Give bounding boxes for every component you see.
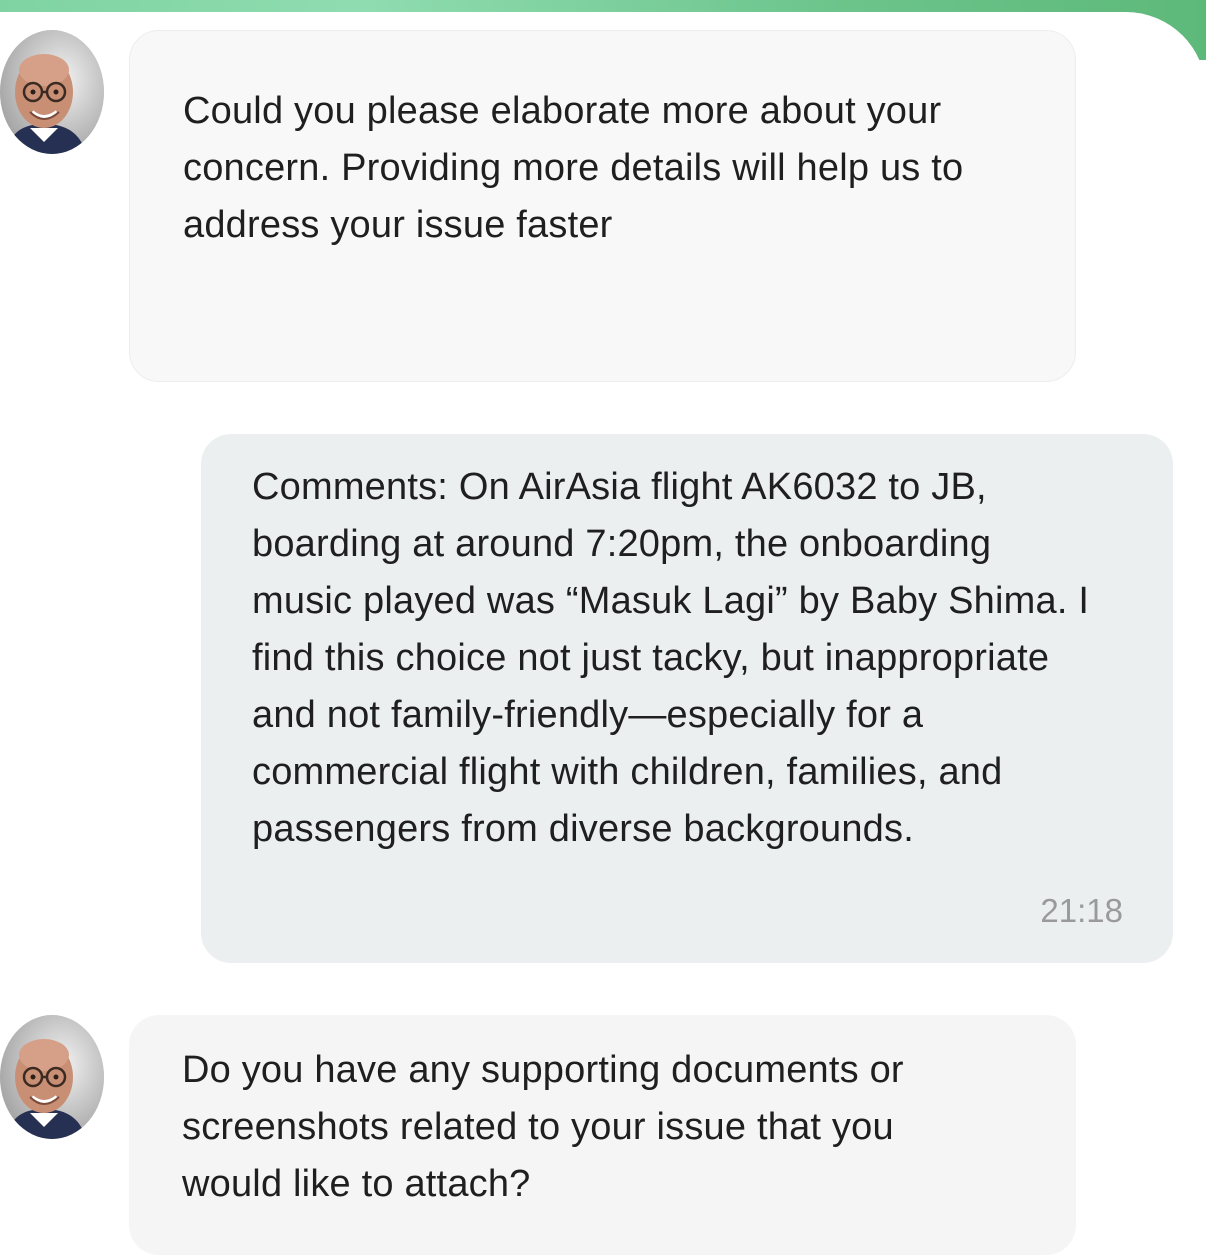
agent-message-text: Do you have any supporting documents or … [182, 1042, 904, 1213]
message-line: address your issue faster [183, 204, 613, 246]
agent-avatar-icon [0, 30, 104, 154]
message-line: concern. Providing more details will hel… [183, 147, 964, 189]
user-message-text: Comments: On AirAsia flight AK6032 to JB… [252, 459, 1089, 858]
message-line: commercial flight with children, familie… [252, 751, 1003, 793]
message-line: and not family-friendly—especially for a [252, 694, 924, 736]
agent-avatar-icon [0, 1015, 104, 1139]
message-timestamp: 21:18 [1040, 892, 1123, 929]
message-line: passengers from diverse backgrounds. [252, 808, 914, 850]
agent-message-text: Could you please elaborate more about yo… [183, 83, 963, 254]
message-line: Could you please elaborate more about yo… [183, 90, 942, 132]
message-line: Do you have any supporting documents or [182, 1049, 904, 1091]
message-line: music played was “Masuk Lagi” by Baby Sh… [252, 580, 1090, 622]
message-line: boarding at around 7:20pm, the onboardin… [252, 523, 992, 565]
agent-message-bubble: Do you have any supporting documents or … [129, 1015, 1076, 1255]
message-line: Comments: On AirAsia flight AK6032 to JB… [252, 466, 987, 508]
user-message-bubble: Comments: On AirAsia flight AK6032 to JB… [201, 434, 1173, 963]
message-line: would like to attach? [182, 1163, 531, 1205]
message-line: find this choice not just tacky, but ina… [252, 637, 1050, 679]
agent-message-bubble: Could you please elaborate more about yo… [129, 30, 1076, 382]
message-line: screenshots related to your issue that y… [182, 1106, 894, 1148]
